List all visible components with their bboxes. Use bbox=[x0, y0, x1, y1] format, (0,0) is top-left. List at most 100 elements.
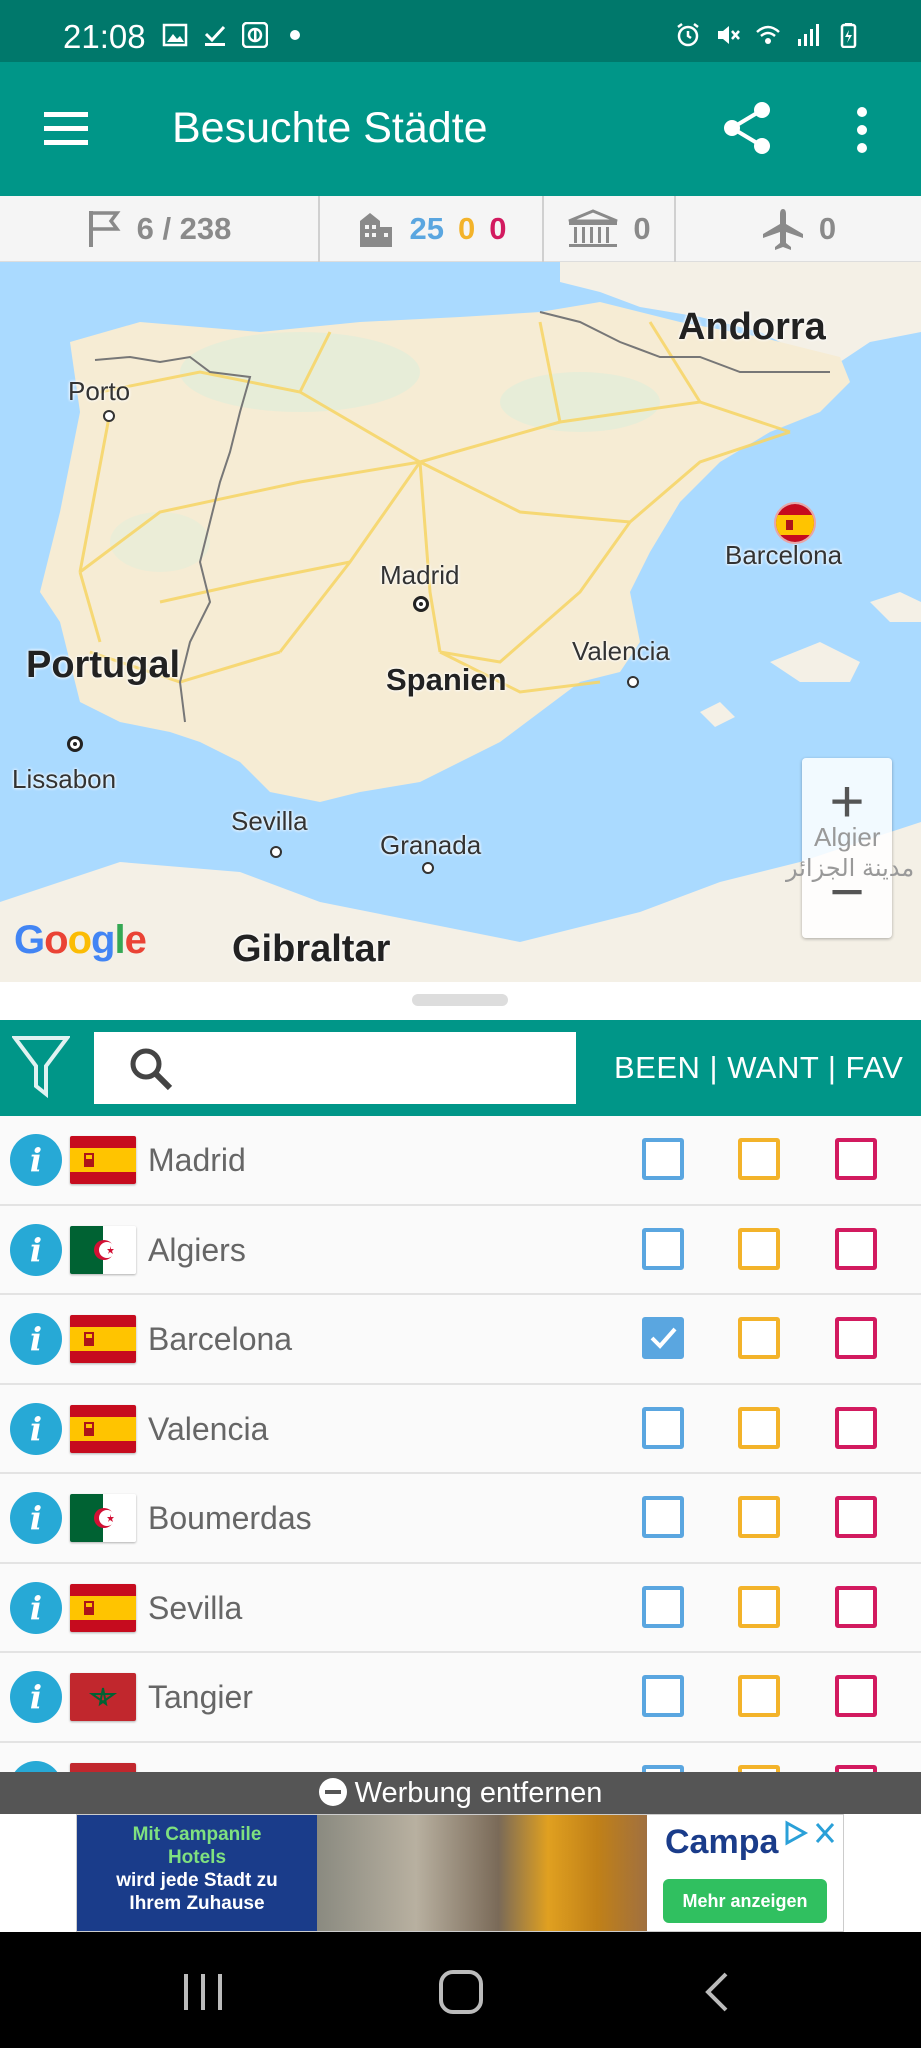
fav-checkbox[interactable] bbox=[835, 1138, 877, 1180]
wifi-icon bbox=[756, 25, 780, 44]
been-checkbox[interactable] bbox=[642, 1138, 684, 1180]
map-dot-madrid bbox=[413, 596, 429, 612]
been-checkbox[interactable] bbox=[642, 1585, 684, 1628]
info-icon[interactable]: i bbox=[10, 1134, 62, 1186]
barcelona-visited-marker[interactable] bbox=[774, 502, 816, 544]
map-dot-sevilla bbox=[270, 846, 282, 858]
stat-airports-value: 0 bbox=[818, 211, 837, 246]
remove-ads-bar[interactable]: Werbung entfernen bbox=[0, 1772, 921, 1814]
fav-checkbox[interactable] bbox=[835, 1406, 877, 1449]
stat-airports[interactable]: 0 bbox=[676, 196, 921, 262]
ad-headline-3: wird jede Stadt zu bbox=[116, 1870, 278, 1891]
vpn-key-icon bbox=[242, 22, 268, 48]
city-row[interactable]: i Valencia bbox=[0, 1384, 921, 1474]
been-checkbox[interactable] bbox=[642, 1764, 684, 1772]
stat-unesco-value: 0 bbox=[633, 211, 651, 246]
stat-countries[interactable]: 6 / 238 bbox=[0, 196, 320, 262]
ad-headline-1: Mit Campanile bbox=[132, 1824, 262, 1845]
want-checkbox[interactable] bbox=[738, 1585, 780, 1628]
map-label-algier-arabic: مدينة الجزائر bbox=[786, 855, 915, 882]
mute-icon bbox=[718, 26, 740, 44]
city-name: Sevilla bbox=[148, 1589, 243, 1626]
fav-checkbox[interactable] bbox=[835, 1227, 877, 1270]
ad-headline-2: Hotels bbox=[167, 1847, 227, 1868]
stats-bar: 6 / 238 25 0 0 0 0 bbox=[0, 196, 921, 262]
map-label-andorra: Andorra bbox=[678, 306, 826, 348]
been-checkbox[interactable] bbox=[642, 1317, 684, 1359]
city-row[interactable]: i Boumerdas bbox=[0, 1474, 921, 1564]
ad-cta-button[interactable]: Mehr anzeigen bbox=[663, 1879, 827, 1923]
want-checkbox[interactable] bbox=[738, 1227, 780, 1270]
map-dot-lissabon bbox=[67, 736, 83, 752]
drag-handle[interactable] bbox=[412, 994, 508, 1006]
map-label-sevilla: Sevilla bbox=[231, 806, 308, 836]
fav-checkbox[interactable] bbox=[835, 1585, 877, 1628]
want-checkbox[interactable] bbox=[738, 1406, 780, 1449]
alarm-icon bbox=[677, 23, 699, 47]
want-checkbox[interactable] bbox=[738, 1138, 780, 1180]
city-name: Madrid bbox=[148, 1142, 246, 1178]
recent-apps-icon[interactable] bbox=[178, 1970, 228, 2014]
fav-checkbox[interactable] bbox=[835, 1675, 877, 1717]
info-icon[interactable]: i bbox=[10, 1313, 62, 1365]
stat-want-count: 0 bbox=[457, 211, 476, 246]
status-time: 21:08 bbox=[63, 18, 146, 55]
search-input[interactable] bbox=[194, 1042, 564, 1094]
been-checkbox[interactable] bbox=[642, 1406, 684, 1449]
spain-flag-icon bbox=[70, 1315, 136, 1363]
info-icon[interactable]: i bbox=[10, 1581, 62, 1634]
map-label-portugal: Portugal bbox=[26, 644, 181, 686]
filter-icon[interactable] bbox=[12, 1034, 70, 1100]
info-icon[interactable]: i bbox=[10, 1760, 62, 1772]
info-icon[interactable]: i bbox=[10, 1223, 62, 1276]
more-options-icon[interactable] bbox=[848, 102, 876, 158]
info-icon[interactable]: i bbox=[10, 1671, 62, 1723]
fav-checkbox[interactable] bbox=[835, 1496, 877, 1538]
stat-cities[interactable]: 25 0 0 bbox=[320, 196, 544, 262]
app-bar: Besuchte Städte bbox=[0, 62, 921, 196]
spain-flag-icon bbox=[70, 1404, 136, 1453]
menu-icon[interactable] bbox=[38, 104, 94, 154]
want-checkbox[interactable] bbox=[738, 1317, 780, 1359]
info-icon[interactable]: i bbox=[10, 1492, 62, 1544]
city-row[interactable]: i Tangier bbox=[0, 1653, 921, 1743]
city-name: Barcelona bbox=[148, 1321, 293, 1357]
info-icon[interactable]: i bbox=[10, 1402, 62, 1455]
map-label-barcelona: Barcelona bbox=[725, 540, 843, 570]
adchoices-icon[interactable] bbox=[783, 1819, 839, 1847]
ad-banner[interactable]: Mit Campanile Hotels wird jede Stadt zu … bbox=[76, 1814, 844, 1932]
share-icon[interactable] bbox=[722, 100, 774, 156]
city-row[interactable]: i Algiers bbox=[0, 1205, 921, 1295]
been-checkbox[interactable] bbox=[642, 1227, 684, 1270]
filter-bar: BEEN | WANT | FAV bbox=[0, 1020, 921, 1116]
map-label-algier: Algier bbox=[814, 822, 881, 852]
city-row[interactable]: i Barcelona bbox=[0, 1295, 921, 1385]
column-header: BEEN | WANT | FAV bbox=[614, 1050, 904, 1085]
page-title: Besuchte Städte bbox=[172, 104, 488, 152]
want-checkbox[interactable] bbox=[738, 1675, 780, 1717]
city-name: Valencia bbox=[148, 1410, 269, 1447]
stat-been-count: 25 bbox=[409, 211, 444, 246]
want-checkbox[interactable] bbox=[738, 1764, 780, 1772]
status-left-icons bbox=[162, 22, 308, 48]
want-checkbox[interactable] bbox=[738, 1496, 780, 1538]
stat-countries-value: 6 / 238 bbox=[136, 211, 232, 246]
ad-headline-4: Ihrem Zuhause bbox=[129, 1893, 265, 1914]
ad-photo bbox=[317, 1815, 647, 1931]
been-checkbox[interactable] bbox=[642, 1675, 684, 1717]
map-view[interactable]: Andorra Porto Madrid Barcelona Portugal … bbox=[0, 262, 921, 982]
map-label-gibraltar: Gibraltar bbox=[232, 928, 391, 970]
back-icon[interactable] bbox=[694, 1970, 744, 2014]
home-icon[interactable] bbox=[436, 1970, 486, 2014]
fav-checkbox[interactable] bbox=[835, 1317, 877, 1359]
fav-checkbox[interactable] bbox=[835, 1764, 877, 1772]
ad-brand: Campa bbox=[665, 1823, 779, 1861]
morocco-flag-icon bbox=[70, 1673, 136, 1721]
map-canvas bbox=[0, 262, 921, 982]
been-checkbox[interactable] bbox=[642, 1496, 684, 1538]
stat-unesco[interactable]: 0 bbox=[544, 196, 676, 262]
city-row[interactable]: i bbox=[0, 1742, 921, 1772]
city-row[interactable]: i Sevilla bbox=[0, 1563, 921, 1653]
status-right-icons bbox=[675, 22, 861, 48]
city-row[interactable]: i Madrid bbox=[0, 1116, 921, 1206]
